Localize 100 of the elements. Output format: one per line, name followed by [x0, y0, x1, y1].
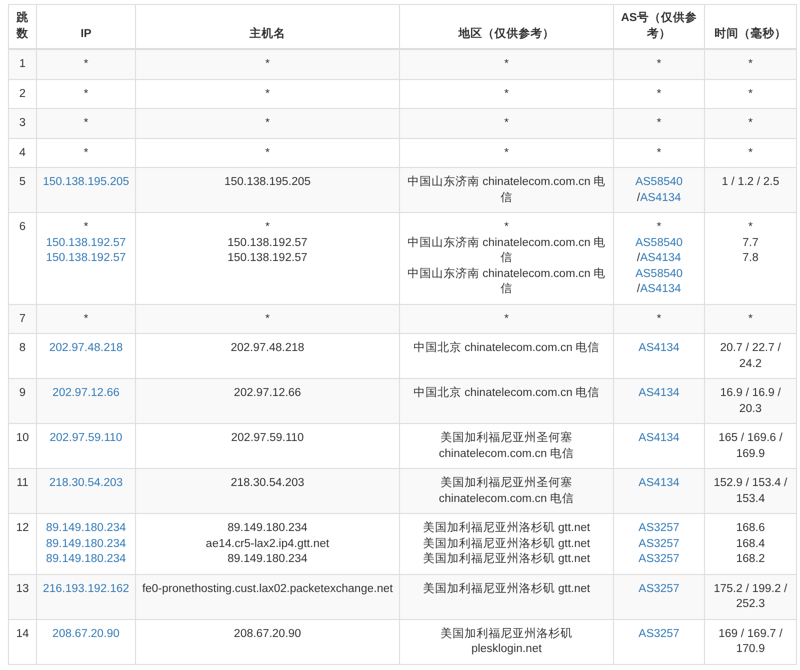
- hostname-text: *: [265, 312, 270, 324]
- hostname-text: 150.138.192.57: [228, 252, 308, 264]
- ip-link[interactable]: 202.97.48.218: [49, 342, 123, 354]
- latency-text: 152.9 / 153.4 / 153.4: [714, 477, 788, 504]
- as-text: *: [656, 146, 662, 158]
- ip-link[interactable]: 202.97.59.110: [50, 432, 122, 444]
- hostname-text: *: [265, 88, 270, 100]
- separator-text: /: [636, 192, 640, 204]
- latency-text: 169 / 169.7 / 170.9: [718, 628, 782, 655]
- region-text: 美国加利福尼亚州洛杉矶 gtt.net: [422, 582, 590, 594]
- ip-link[interactable]: 89.149.180.234: [46, 522, 126, 534]
- region-text: 中国山东济南 chinatelecom.com.cn 电信: [407, 176, 606, 204]
- latency-text: *: [748, 312, 753, 324]
- latency-text: *: [748, 58, 753, 70]
- region-text: 中国山东济南 chinatelecom.com.cn 电信: [407, 236, 606, 264]
- ip-link[interactable]: 218.30.54.203: [49, 477, 123, 489]
- ip-text: *: [84, 88, 88, 100]
- region-text: *: [504, 312, 509, 324]
- ip-link[interactable]: 150.138.192.57: [46, 252, 126, 264]
- region-text: 中国北京 chinatelecom.com.cn 电信: [413, 342, 600, 354]
- as-text: *: [656, 221, 662, 233]
- latency-text: 16.9 / 16.9 / 20.3: [720, 387, 781, 414]
- hostname-text: *: [265, 146, 270, 158]
- ip-link[interactable]: 89.149.180.234: [46, 553, 126, 565]
- hostname-text: 150.138.195.205: [224, 176, 311, 188]
- as-link[interactable]: AS3257: [638, 582, 680, 594]
- ip-text: *: [84, 146, 88, 158]
- hop-number: 3: [8, 108, 36, 138]
- ip-link[interactable]: 89.149.180.234: [46, 538, 126, 550]
- hop-number: 1: [8, 49, 36, 79]
- as-text: *: [656, 88, 662, 100]
- latency-text: 1 / 1.2 / 2.5: [722, 176, 780, 188]
- hostname-text: 150.138.192.57: [228, 236, 308, 248]
- ip-link[interactable]: 208.67.20.90: [52, 628, 120, 640]
- region-text: *: [504, 221, 509, 233]
- ip-text: *: [84, 312, 88, 324]
- hostname-text: ae14.cr5-lax2.ip4.gtt.net: [206, 538, 330, 550]
- latency-text: 7.7: [742, 236, 758, 248]
- hostname-text: 89.149.180.234: [228, 553, 308, 565]
- latency-text: *: [748, 117, 753, 129]
- ip-text: *: [84, 117, 88, 129]
- hostname-text: 89.149.180.234: [228, 522, 308, 534]
- ip-link[interactable]: 150.138.192.57: [46, 236, 126, 248]
- region-text: 中国北京 chinatelecom.com.cn 电信: [413, 387, 600, 399]
- region-text: 美国加利福尼亚州圣何塞 chinatelecom.com.cn 电信: [438, 432, 574, 460]
- ip-link[interactable]: 202.97.12.66: [52, 387, 120, 399]
- as-link[interactable]: AS4134: [640, 283, 682, 295]
- region-text: 美国加利福尼亚州洛杉矶 gtt.net: [422, 522, 590, 534]
- latency-text: 168.2: [736, 553, 765, 565]
- hostname-text: 202.97.59.110: [231, 432, 304, 444]
- region-text: *: [504, 58, 509, 70]
- hostname-text: 208.67.20.90: [234, 628, 302, 640]
- region-text: *: [504, 146, 509, 158]
- hop-number: 6: [8, 212, 36, 304]
- as-text: *: [656, 117, 662, 129]
- latency-text: 165 / 169.6 / 169.9: [718, 432, 782, 460]
- as-link[interactable]: AS4134: [638, 477, 680, 489]
- as-link[interactable]: AS4134: [638, 432, 680, 444]
- as-link[interactable]: AS58540: [635, 268, 683, 280]
- as-text: *: [656, 312, 662, 324]
- hostname-text: *: [265, 117, 270, 129]
- hostname-text: 218.30.54.203: [230, 477, 304, 489]
- hostname-text: 202.97.48.218: [230, 342, 304, 354]
- hostname-text: 202.97.12.66: [234, 387, 302, 399]
- latency-text: 20.7 / 22.7 / 24.2: [720, 342, 781, 370]
- separator-text: /: [636, 283, 640, 295]
- as-link[interactable]: AS3257: [638, 522, 680, 534]
- region-text: 中国山东济南 chinatelecom.com.cn 电信: [407, 268, 606, 295]
- region-text: *: [504, 88, 509, 100]
- latency-text: 168.4: [736, 538, 765, 550]
- region-text: *: [504, 117, 509, 129]
- as-link[interactable]: AS3257: [638, 553, 680, 565]
- latency-text: 175.2 / 199.2 / 252.3: [714, 582, 788, 610]
- hostname-text: *: [265, 221, 270, 233]
- separator-text: /: [636, 252, 640, 264]
- as-link[interactable]: AS4134: [638, 387, 680, 399]
- ip-text: *: [84, 221, 88, 233]
- as-link[interactable]: AS4134: [640, 252, 682, 264]
- region-text: 美国加利福尼亚州洛杉矶 gtt.net: [422, 553, 590, 565]
- as-link[interactable]: AS3257: [638, 628, 680, 640]
- latency-text: *: [748, 88, 753, 100]
- hop-number: 13: [8, 574, 36, 619]
- latency-text: *: [748, 221, 753, 233]
- as-link[interactable]: AS58540: [635, 176, 683, 188]
- as-link[interactable]: AS4134: [640, 192, 682, 204]
- region-text: 美国加利福尼亚州洛杉矶 gtt.net: [422, 538, 590, 550]
- latency-text: *: [748, 146, 753, 158]
- latency-text: 7.8: [742, 252, 758, 264]
- hostname-text: *: [265, 58, 270, 70]
- as-link[interactable]: AS4134: [638, 342, 680, 354]
- hop-number: 12: [8, 514, 36, 574]
- hostname-text: fe0-pronethosting.cust.lax02.packetexchange.net: [142, 582, 393, 594]
- ip-text: *: [84, 58, 88, 70]
- as-link[interactable]: AS58540: [635, 236, 683, 248]
- region-text: 美国加利福尼亚州圣何塞 chinatelecom.com.cn 电信: [438, 477, 574, 504]
- as-text: *: [656, 58, 662, 70]
- as-link[interactable]: AS3257: [638, 538, 680, 550]
- latency-text: 168.6: [736, 522, 765, 534]
- region-text: 美国加利福尼亚州洛杉矶 plesklogin.net: [440, 628, 572, 655]
- hop-number: 14: [8, 619, 36, 664]
